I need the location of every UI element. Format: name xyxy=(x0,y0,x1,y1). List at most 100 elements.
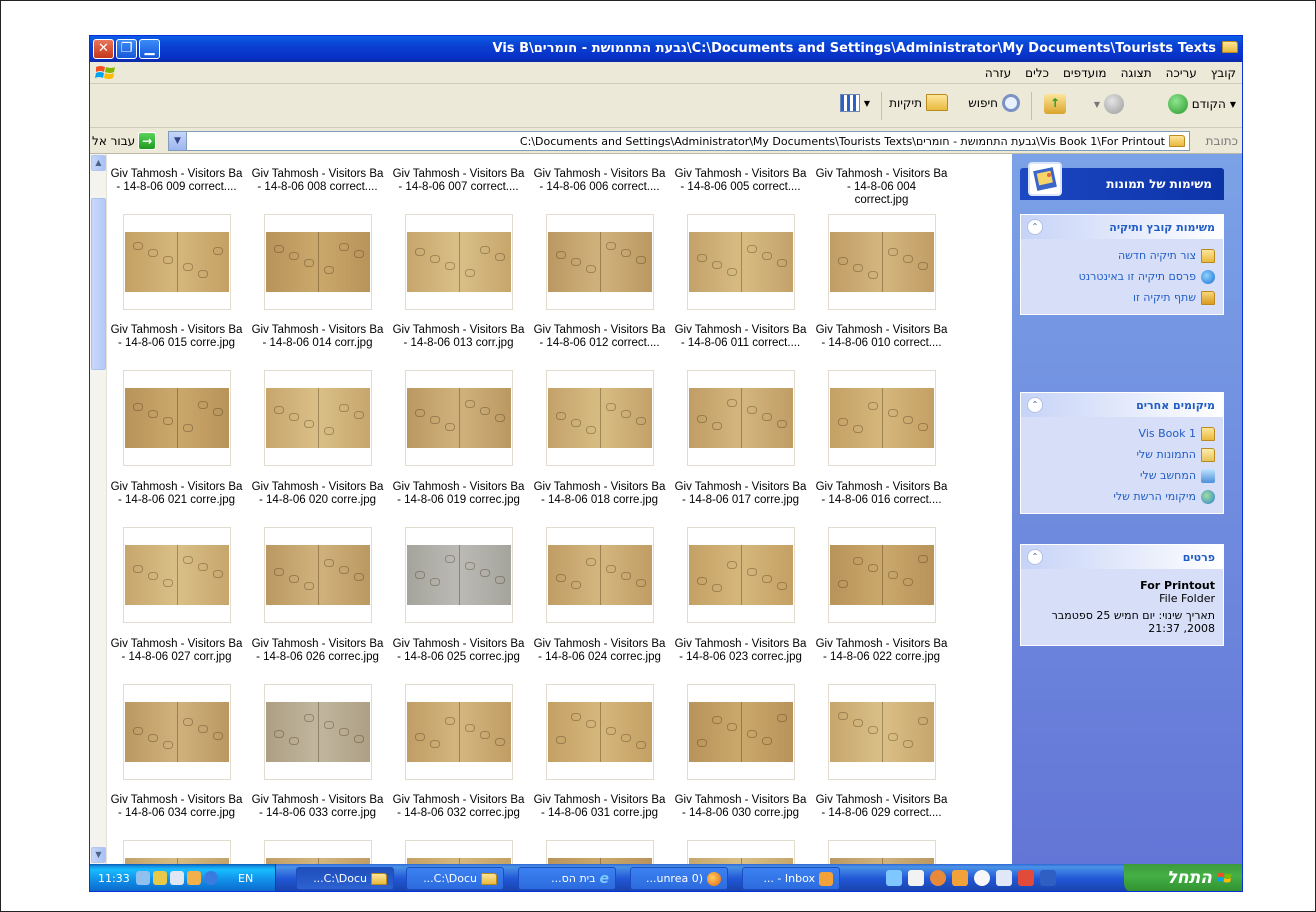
menu-help[interactable]: עזרה xyxy=(985,66,1011,80)
photo-thumbnail[interactable] xyxy=(687,370,795,466)
tray-status-icon[interactable] xyxy=(187,871,201,885)
place-my-pictures[interactable]: התמונות שלי xyxy=(1029,444,1215,465)
publish-folder-link[interactable]: פרסם תיקיה זו באינטרנט xyxy=(1029,266,1215,287)
place-vis-book-1[interactable]: Vis Book 1 xyxy=(1029,423,1215,444)
language-indicator[interactable]: EN xyxy=(238,872,253,885)
photo-thumbnail[interactable] xyxy=(123,684,231,780)
ql-desktop-icon[interactable] xyxy=(908,870,924,886)
photo-thumbnail[interactable] xyxy=(264,527,372,623)
photo-thumbnail[interactable] xyxy=(405,214,513,310)
photo-thumbnail[interactable] xyxy=(546,214,654,310)
thumbnail-caption[interactable]: Giv Tahmosh - Visitors Ba - 14-8-06 004 co… xyxy=(811,168,952,207)
folders-button[interactable]: תיקיות xyxy=(889,94,948,111)
close-button[interactable]: ✕ xyxy=(93,39,114,59)
photo-thumbnail[interactable] xyxy=(687,684,795,780)
views-button[interactable]: ▼ xyxy=(839,94,870,112)
taskbar-button-browser[interactable]: ...בית הס e xyxy=(518,867,616,890)
thumbnail-caption[interactable]: Giv Tahmosh - Visitors Ba - 14-8-06 006 c… xyxy=(529,168,670,194)
collapse-icon[interactable]: ⌃ xyxy=(1027,219,1043,235)
panel-header[interactable]: משימות קובץ ותיקיה ⌃ xyxy=(1021,215,1223,239)
ql-chrome-icon[interactable] xyxy=(974,870,990,886)
photo-thumbnail[interactable] xyxy=(687,527,795,623)
taskbar-button-inbox[interactable]: ... - Inbox xyxy=(742,867,840,890)
address-input[interactable]: C:\Documents and Settings\Administrator\… xyxy=(168,131,1190,151)
photo-thumbnail[interactable] xyxy=(828,684,936,780)
back-button[interactable]: הקודם ▼ xyxy=(1167,94,1236,114)
thumbnail-caption[interactable]: Giv Tahmosh - Visitors Ba - 14-8-06 024 c… xyxy=(529,638,670,664)
taskbar-button-explorer-2[interactable]: ...C:\Docu xyxy=(406,867,504,890)
photo-thumbnail[interactable] xyxy=(123,214,231,310)
up-button[interactable]: ↑ xyxy=(1044,94,1066,114)
photo-thumbnail[interactable] xyxy=(264,684,372,780)
photo-thumbnail[interactable] xyxy=(123,840,231,864)
photo-thumbnail[interactable] xyxy=(264,214,372,310)
photo-thumbnail[interactable] xyxy=(405,370,513,466)
thumbnail-caption[interactable]: Giv Tahmosh - Visitors Ba - 14-8-06 011 c… xyxy=(670,324,811,350)
photo-thumbnail[interactable] xyxy=(828,214,936,310)
title-bar[interactable]: ✕ ❐ ▁ Vis B\גבעת התחמושת - חומרים\C:\Doc… xyxy=(90,36,1242,62)
minimize-button[interactable]: ▁ xyxy=(139,39,160,59)
photo-thumbnail[interactable] xyxy=(687,214,795,310)
scroll-thumb[interactable] xyxy=(91,198,106,370)
thumbnail-caption[interactable]: Giv Tahmosh - Visitors Ba - 14-8-06 027 c… xyxy=(106,638,247,664)
thumbnail-caption[interactable]: Giv Tahmosh - Visitors Ba - 14-8-06 026 c… xyxy=(247,638,388,664)
thumbnail-caption[interactable]: Giv Tahmosh - Visitors Ba - 14-8-06 018 c… xyxy=(529,481,670,507)
search-button[interactable]: חיפוש xyxy=(968,94,1020,112)
collapse-icon[interactable]: ⌃ xyxy=(1027,397,1043,413)
photo-thumbnail[interactable] xyxy=(828,370,936,466)
thumbnail-caption[interactable]: Giv Tahmosh - Visitors Ba - 14-8-06 022 c… xyxy=(811,638,952,664)
menu-favorites[interactable]: מועדפים xyxy=(1063,66,1107,80)
place-my-network[interactable]: מיקומי הרשת שלי xyxy=(1029,486,1215,507)
ql-word-icon[interactable] xyxy=(1040,870,1056,886)
photo-thumbnail[interactable] xyxy=(264,370,372,466)
scroll-down-button[interactable]: ▼ xyxy=(91,847,106,863)
panel-header[interactable]: פרטים ⌃ xyxy=(1021,545,1223,569)
photo-thumbnail[interactable] xyxy=(123,527,231,623)
share-folder-link[interactable]: שתף תיקיה זו xyxy=(1029,287,1215,308)
maximize-button[interactable]: ❐ xyxy=(116,39,137,59)
start-button[interactable]: התחל xyxy=(1124,864,1242,891)
thumbnail-caption[interactable]: Giv Tahmosh - Visitors Ba - 14-8-06 033 c… xyxy=(247,794,388,820)
tray-arrow-icon[interactable] xyxy=(204,871,218,885)
ql-mail-icon[interactable] xyxy=(952,870,968,886)
ql-app-icon[interactable] xyxy=(1018,870,1034,886)
thumbnail-caption[interactable]: Giv Tahmosh - Visitors Ba - 14-8-06 017 c… xyxy=(670,481,811,507)
vertical-scrollbar[interactable]: ▲ ▼ xyxy=(90,154,107,864)
thumbnail-caption[interactable]: Giv Tahmosh - Visitors Ba - 14-8-06 008 c… xyxy=(247,168,388,194)
thumbnail-caption[interactable]: Giv Tahmosh - Visitors Ba - 14-8-06 019 c… xyxy=(388,481,529,507)
photo-thumbnail[interactable] xyxy=(687,840,795,864)
photo-thumbnail[interactable] xyxy=(405,840,513,864)
thumbnail-caption[interactable]: Giv Tahmosh - Visitors Ba - 14-8-06 034 c… xyxy=(106,794,247,820)
collapse-icon[interactable]: ⌃ xyxy=(1027,549,1043,565)
make-new-folder-link[interactable]: צור תיקיה חדשה xyxy=(1029,245,1215,266)
panel-header[interactable]: מיקומים אחרים ⌃ xyxy=(1021,393,1223,417)
thumbnail-caption[interactable]: Giv Tahmosh - Visitors Ba - 14-8-06 013 c… xyxy=(388,324,529,350)
photo-thumbnail[interactable] xyxy=(546,370,654,466)
menu-edit[interactable]: עריכה xyxy=(1166,66,1197,80)
photo-thumbnail[interactable] xyxy=(828,840,936,864)
photo-thumbnail[interactable] xyxy=(405,684,513,780)
thumbnail-caption[interactable]: Giv Tahmosh - Visitors Ba - 14-8-06 005 c… xyxy=(670,168,811,194)
ql-ie-icon[interactable] xyxy=(886,870,902,886)
picture-tasks-header[interactable]: משימות של תמונות xyxy=(1020,162,1224,200)
tray-network-icon[interactable] xyxy=(153,871,167,885)
thumbnail-caption[interactable]: Giv Tahmosh - Visitors Ba - 14-8-06 012 c… xyxy=(529,324,670,350)
taskbar-button-explorer-1[interactable]: ...C:\Docu xyxy=(296,867,394,890)
thumbnail-caption[interactable]: Giv Tahmosh - Visitors Ba - 14-8-06 025 c… xyxy=(388,638,529,664)
ql-app-icon[interactable] xyxy=(996,870,1012,886)
photo-thumbnail[interactable] xyxy=(546,684,654,780)
taskbar-button-firefox[interactable]: ...unrea 0) xyxy=(630,867,728,890)
chevron-down-icon[interactable]: ▼ xyxy=(169,132,187,150)
scroll-up-button[interactable]: ▲ xyxy=(91,155,106,171)
thumbnail-caption[interactable]: Giv Tahmosh - Visitors Ba - 14-8-06 016 c… xyxy=(811,481,952,507)
thumbnail-caption[interactable]: Giv Tahmosh - Visitors Ba - 14-8-06 010 c… xyxy=(811,324,952,350)
photo-thumbnail[interactable] xyxy=(828,527,936,623)
thumbnail-caption[interactable]: Giv Tahmosh - Visitors Ba - 14-8-06 021 c… xyxy=(106,481,247,507)
menu-file[interactable]: קובץ xyxy=(1211,66,1236,80)
thumbnail-caption[interactable]: Giv Tahmosh - Visitors Ba - 14-8-06 014 c… xyxy=(247,324,388,350)
menu-view[interactable]: תצוגה xyxy=(1121,66,1152,80)
place-my-computer[interactable]: המחשב שלי xyxy=(1029,465,1215,486)
menu-tools[interactable]: כלים xyxy=(1025,66,1049,80)
go-button[interactable]: עבור אל → xyxy=(92,132,157,150)
thumbnail-caption[interactable]: Giv Tahmosh - Visitors Ba - 14-8-06 023 c… xyxy=(670,638,811,664)
